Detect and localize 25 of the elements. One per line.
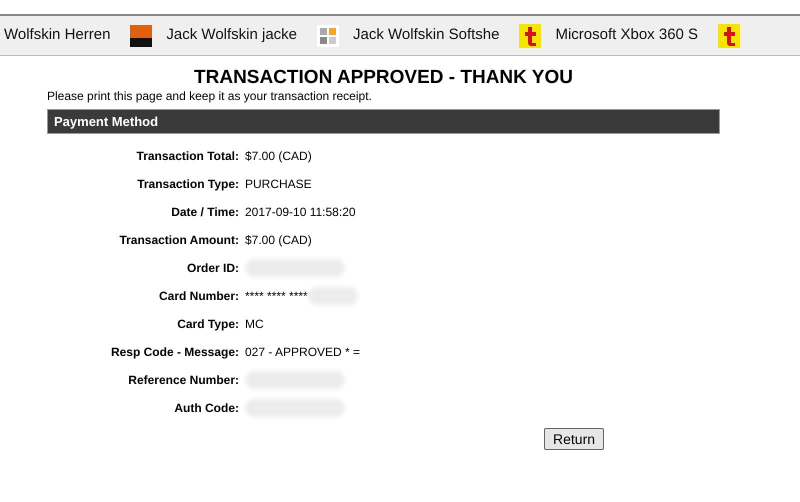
instruction-text: Please print this page and keep it as your transaction receipt. [47, 89, 373, 104]
bookmark-link[interactable]: Jack Wolfskin jacke [166, 24, 298, 47]
field-label: Card Type: [176, 316, 239, 333]
field-value: 027 - APPROVED * = [245, 344, 360, 361]
field-label: Transaction Total: [136, 148, 239, 165]
return-button[interactable]: Return [544, 428, 604, 450]
field-label: Date / Time: [170, 204, 239, 221]
bookmark-link[interactable]: Jack Wolfskin Softshe [353, 24, 500, 47]
field-value: **** **** **** [245, 288, 308, 305]
field-label: Card Number: [158, 288, 239, 305]
field-label: Resp Code - Message: [110, 344, 239, 361]
field-value: MC [245, 316, 264, 333]
field-label: Reference Number: [127, 372, 239, 389]
field-label: Auth Code: [173, 400, 239, 417]
field-value: PURCHASE [245, 176, 312, 193]
field-value: $7.00 (CAD) [245, 148, 312, 165]
field-value: $7.00 (CAD) [245, 232, 312, 249]
bookmark-link[interactable]: Microsoft Xbox 360 S [555, 24, 698, 47]
section-header: Payment Method [47, 109, 720, 134]
field-label: Order ID: [186, 260, 239, 277]
page-title: TRANSACTION APPROVED - THANK YOU [193, 68, 574, 87]
field-value: 2017-09-10 11:58:20 [245, 204, 356, 221]
field-label: Transaction Amount: [118, 232, 239, 249]
bookmark-link[interactable]: Wolfskin Herren [4, 24, 110, 47]
field-label: Transaction Type: [136, 176, 239, 193]
